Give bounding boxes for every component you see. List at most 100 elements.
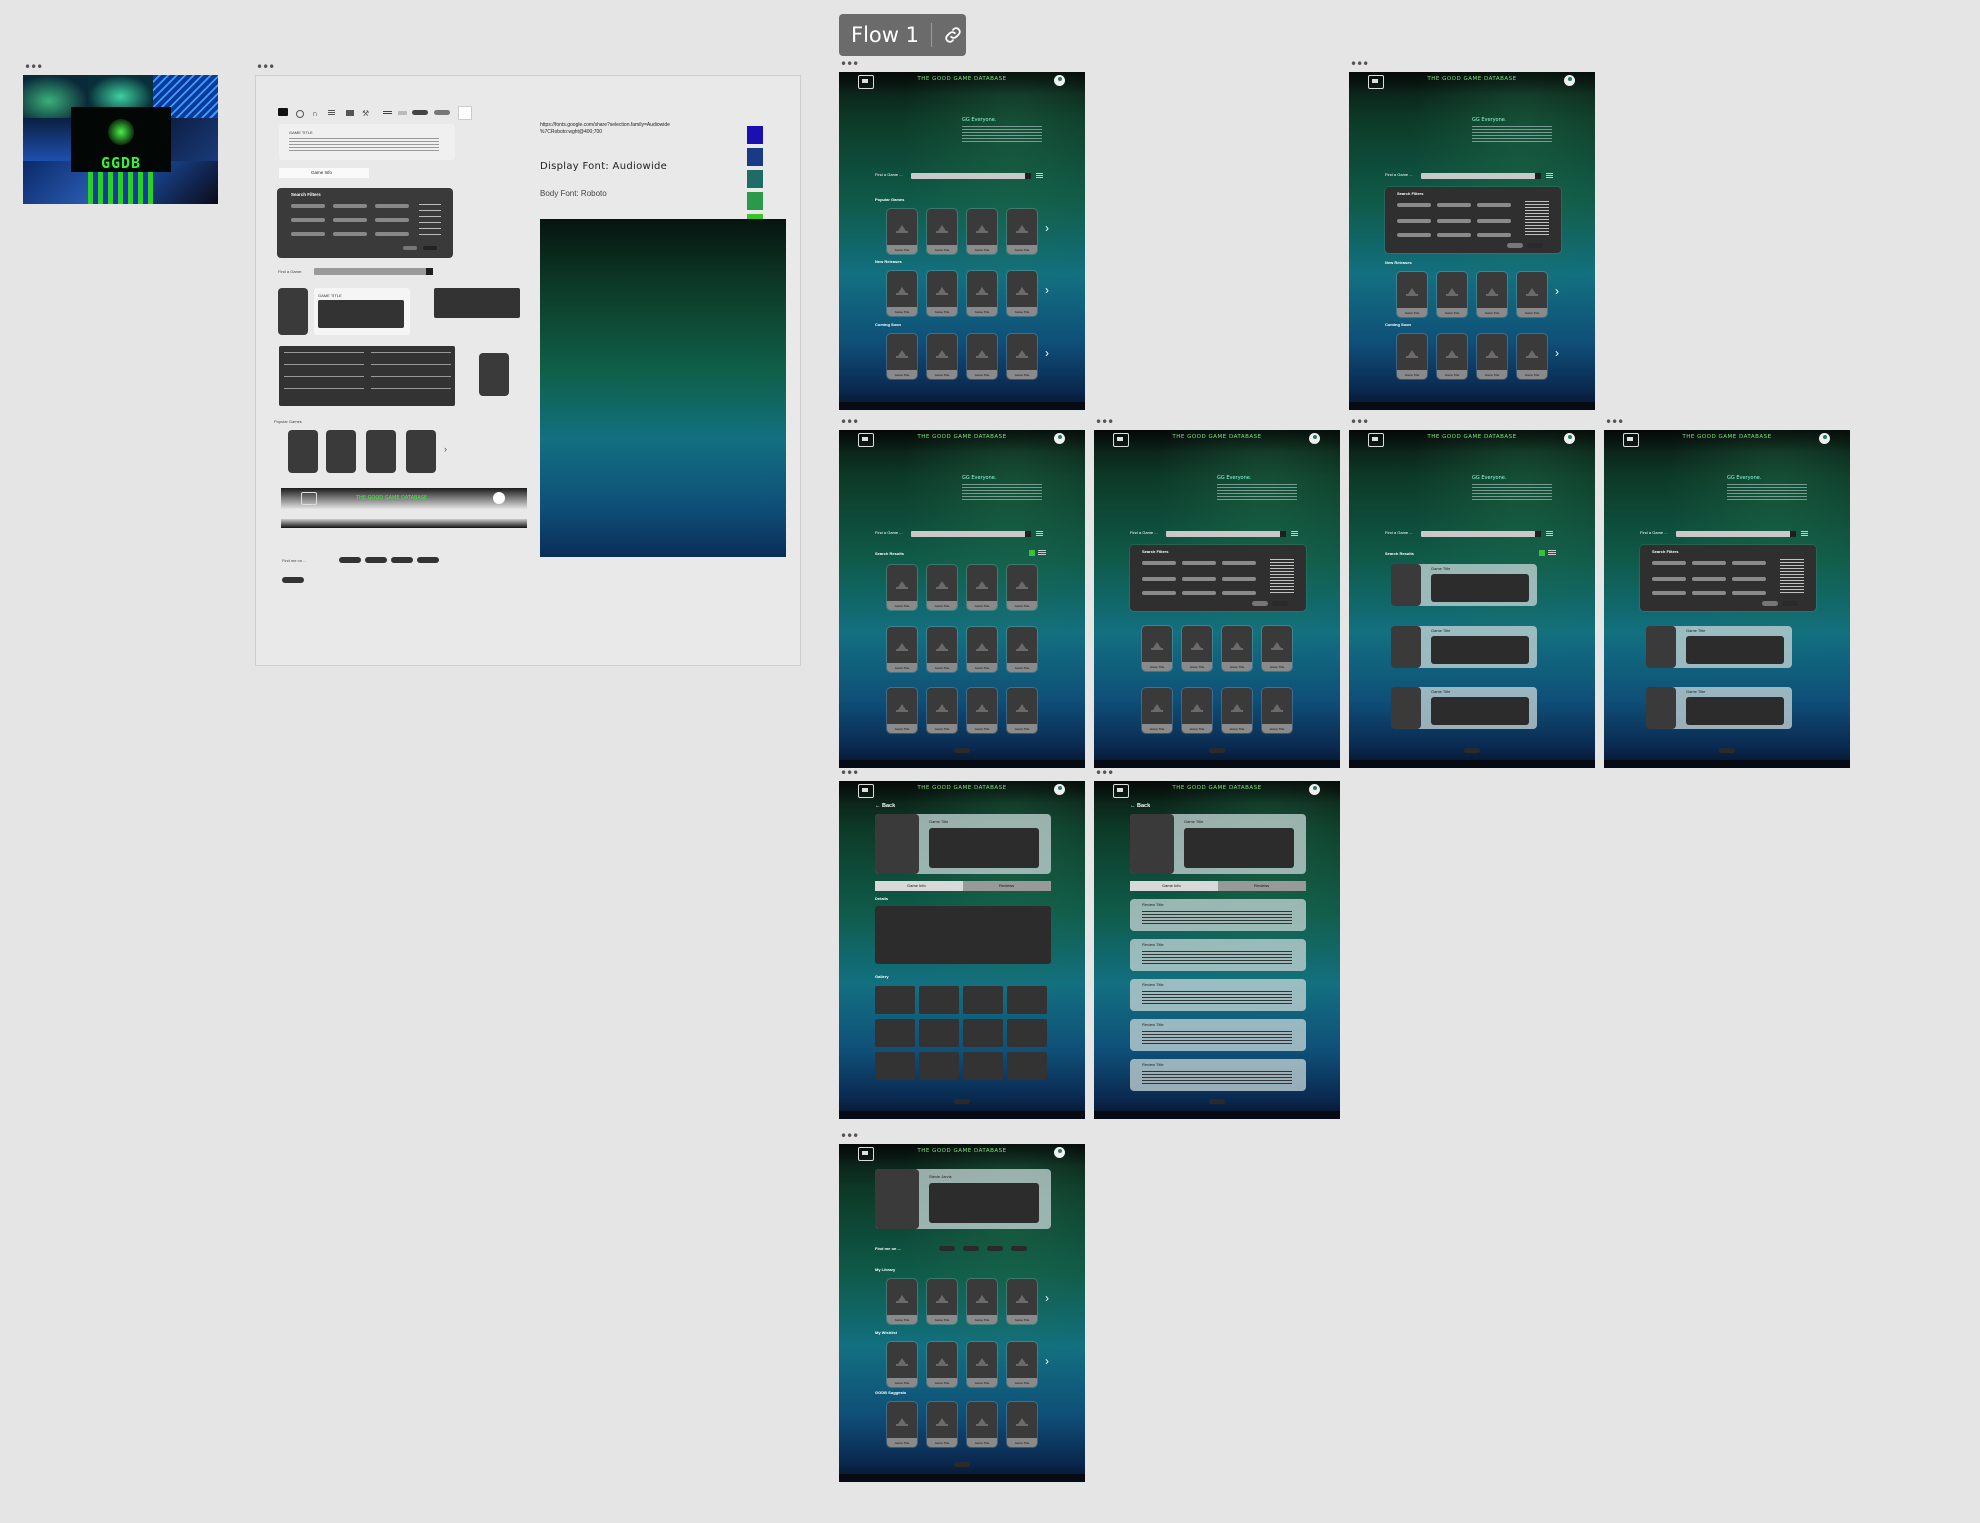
- search-button[interactable]: [1535, 173, 1541, 179]
- filter-select[interactable]: [1182, 591, 1216, 595]
- apply-button[interactable]: [1782, 601, 1798, 606]
- game-card[interactable]: Game Title: [1397, 334, 1427, 379]
- game-card[interactable]: Game Title: [887, 627, 917, 672]
- search-input[interactable]: [1676, 531, 1792, 537]
- chevron-right-icon[interactable]: ›: [1045, 1291, 1049, 1305]
- game-card[interactable]: Game Title: [887, 334, 917, 379]
- filter-select[interactable]: [1437, 233, 1471, 237]
- game-card[interactable]: Game Title: [927, 209, 957, 254]
- game-card[interactable]: Game Title: [927, 688, 957, 733]
- list-card[interactable]: Game Title: [1646, 687, 1792, 729]
- game-card[interactable]: Game Title: [967, 1342, 997, 1387]
- list-view-icon[interactable]: [1038, 550, 1046, 556]
- social-link-button[interactable]: [939, 1246, 955, 1251]
- gallery-image[interactable]: [919, 1052, 959, 1080]
- load-more-button[interactable]: [1464, 748, 1480, 753]
- frame-options-icon[interactable]: •••: [1095, 416, 1114, 428]
- user-avatar-icon[interactable]: [1819, 433, 1830, 444]
- frame-options-icon[interactable]: •••: [24, 61, 43, 73]
- filter-select[interactable]: [1477, 219, 1511, 223]
- game-card[interactable]: Game Title: [967, 271, 997, 316]
- game-card[interactable]: Game Title: [887, 1402, 917, 1447]
- game-card[interactable]: Game Title: [927, 1279, 957, 1324]
- user-avatar-icon[interactable]: [1054, 75, 1065, 86]
- filter-icon[interactable]: [1291, 531, 1298, 537]
- chevron-right-icon[interactable]: ›: [1045, 221, 1049, 235]
- filter-select[interactable]: [1692, 591, 1726, 595]
- user-avatar-icon[interactable]: [1309, 433, 1320, 444]
- frame-options-icon[interactable]: •••: [1350, 58, 1369, 70]
- search-input[interactable]: [911, 531, 1027, 537]
- gallery-image[interactable]: [1007, 1019, 1047, 1047]
- link-icon[interactable]: [942, 24, 964, 46]
- game-card[interactable]: Game Title: [967, 565, 997, 610]
- social-link-button[interactable]: [1011, 1246, 1027, 1251]
- game-card[interactable]: Game Title: [967, 1279, 997, 1324]
- social-link-button[interactable]: [987, 1246, 1003, 1251]
- game-card[interactable]: Game Title: [887, 1279, 917, 1324]
- frame-options-icon[interactable]: •••: [840, 416, 859, 428]
- load-more-button[interactable]: [954, 748, 970, 753]
- gallery-image[interactable]: [963, 1019, 1003, 1047]
- social-link-button[interactable]: [963, 1246, 979, 1251]
- game-card[interactable]: Game Title: [1007, 1279, 1037, 1324]
- search-button[interactable]: [1025, 531, 1031, 537]
- apply-button[interactable]: [1272, 601, 1288, 606]
- gallery-image[interactable]: [919, 1019, 959, 1047]
- filter-select[interactable]: [1142, 591, 1176, 595]
- search-button[interactable]: [1280, 531, 1286, 537]
- chevron-right-icon[interactable]: ›: [1045, 1354, 1049, 1368]
- filter-icon[interactable]: [1546, 531, 1553, 537]
- game-card[interactable]: Game Title: [967, 688, 997, 733]
- load-more-button[interactable]: [1209, 748, 1225, 753]
- load-more-button[interactable]: [954, 1099, 970, 1104]
- game-card[interactable]: Game Title: [967, 209, 997, 254]
- game-card[interactable]: Game Title: [887, 1342, 917, 1387]
- search-button[interactable]: [1535, 531, 1541, 537]
- game-card[interactable]: Game Title: [1007, 565, 1037, 610]
- filter-select[interactable]: [1652, 561, 1686, 565]
- gallery-image[interactable]: [963, 986, 1003, 1014]
- frame-options-icon[interactable]: •••: [840, 767, 859, 779]
- game-card[interactable]: Game Title: [927, 565, 957, 610]
- game-card[interactable]: Game Title: [1262, 688, 1292, 733]
- filter-icon[interactable]: [1036, 173, 1043, 179]
- game-card[interactable]: Game Title: [1437, 272, 1467, 317]
- game-card[interactable]: Game Title: [927, 1402, 957, 1447]
- filter-select[interactable]: [1732, 591, 1766, 595]
- filter-select[interactable]: [1397, 233, 1431, 237]
- filter-select[interactable]: [1222, 561, 1256, 565]
- filter-select[interactable]: [1732, 577, 1766, 581]
- game-card[interactable]: Game Title: [887, 271, 917, 316]
- gallery-image[interactable]: [919, 986, 959, 1014]
- game-card[interactable]: Game Title: [927, 334, 957, 379]
- filter-icon[interactable]: [1036, 531, 1043, 537]
- frame-options-icon[interactable]: •••: [840, 1130, 859, 1142]
- grid-view-icon[interactable]: [1029, 550, 1035, 556]
- gallery-image[interactable]: [875, 1019, 915, 1047]
- game-card[interactable]: Game Title: [1182, 626, 1212, 671]
- game-card[interactable]: Game Title: [1477, 272, 1507, 317]
- game-card[interactable]: Game Title: [887, 565, 917, 610]
- frame-options-icon[interactable]: •••: [1605, 416, 1624, 428]
- game-card[interactable]: Game Title: [1007, 334, 1037, 379]
- game-card[interactable]: Game Title: [1262, 626, 1292, 671]
- game-card[interactable]: Game Title: [1007, 271, 1037, 316]
- game-card[interactable]: Game Title: [887, 209, 917, 254]
- game-card[interactable]: Game Title: [927, 271, 957, 316]
- filter-select[interactable]: [1692, 561, 1726, 565]
- game-card[interactable]: Game Title: [1007, 688, 1037, 733]
- list-card[interactable]: Game Title: [1391, 687, 1537, 729]
- reset-button[interactable]: [1252, 601, 1268, 606]
- game-card[interactable]: Game Title: [1007, 1402, 1037, 1447]
- gallery-image[interactable]: [1007, 986, 1047, 1014]
- filter-select[interactable]: [1437, 219, 1471, 223]
- game-card[interactable]: Game Title: [927, 1342, 957, 1387]
- game-card[interactable]: Game Title: [1222, 688, 1252, 733]
- search-input[interactable]: [1166, 531, 1282, 537]
- user-avatar-icon[interactable]: [1054, 433, 1065, 444]
- filter-checkboxes[interactable]: [1780, 559, 1804, 593]
- game-card[interactable]: Game Title: [1222, 626, 1252, 671]
- search-input[interactable]: [911, 173, 1027, 179]
- search-input[interactable]: [1421, 531, 1537, 537]
